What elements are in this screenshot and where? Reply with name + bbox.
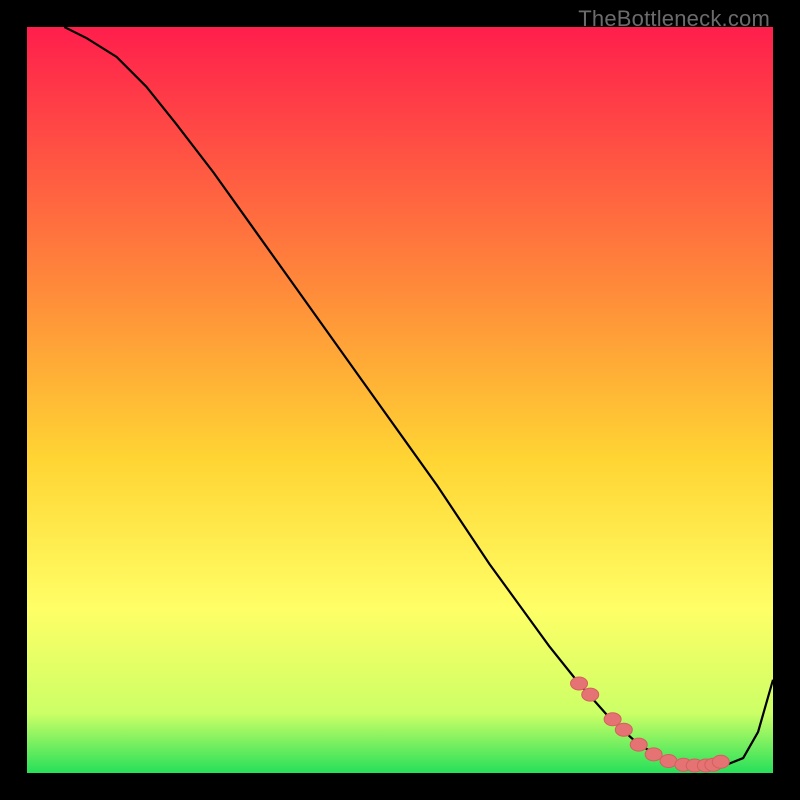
highlight-dot (604, 713, 621, 726)
plot-area (27, 27, 773, 773)
highlight-dot (571, 677, 588, 690)
highlight-dot (582, 688, 599, 701)
highlight-dot (712, 755, 729, 768)
highlight-dot (615, 723, 632, 736)
highlight-dot (660, 755, 677, 768)
highlight-dot (630, 738, 647, 751)
chart-svg (27, 27, 773, 773)
highlight-dot (645, 748, 662, 761)
gradient-background (27, 27, 773, 773)
chart-stage: TheBottleneck.com (0, 0, 800, 800)
